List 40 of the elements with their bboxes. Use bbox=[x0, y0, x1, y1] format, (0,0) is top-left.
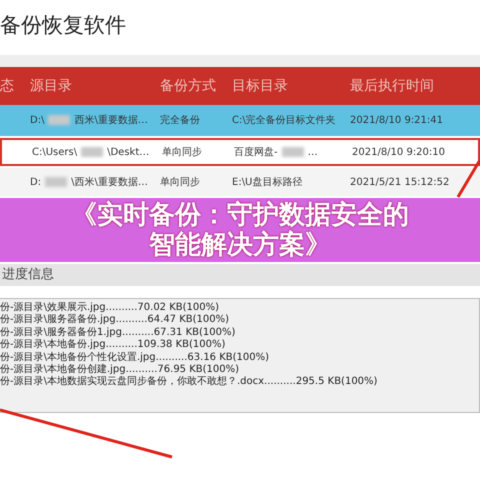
column-header: 最后执行时间 bbox=[350, 78, 434, 94]
redaction-blur bbox=[282, 146, 304, 157]
cell-text: C:\完全备份目标文件夹 bbox=[232, 115, 336, 126]
cell-text: \西米\重要数据… bbox=[71, 176, 148, 188]
section-heading: 进度信息 bbox=[2, 266, 54, 284]
cell-text: 2021/8/10 9:20:10 bbox=[352, 146, 446, 158]
log-line: 份-源目录\效果展示.jpg..........70.02 KB(100%) bbox=[0, 302, 220, 314]
cell-text: 完全备份 bbox=[160, 115, 200, 126]
redaction-blur bbox=[45, 176, 68, 187]
cell-text: 西米\重要数据… bbox=[74, 115, 148, 126]
cell-text: D:\ bbox=[30, 115, 44, 126]
column-header: 备份方式 bbox=[160, 78, 216, 94]
table-row[interactable]: D:\ 西米\重要数据… 完全备份 C:\完全备份目标文件夹 2021/8/10 9:21:41 bbox=[0, 105, 480, 136]
redaction-blur bbox=[81, 146, 104, 157]
cell-text: E:\U盘目标路径 bbox=[232, 176, 302, 188]
cell-text: 2021/5/21 15:12:52 bbox=[350, 176, 450, 188]
log-line: 份-源目录\本地数据实现云盘同步备份，你敢不敢想？.docx..........295.5 KB(100%) bbox=[0, 376, 378, 389]
redaction-blur bbox=[48, 115, 70, 126]
cell-text: 单向同步 bbox=[160, 176, 200, 188]
column-header: 源目录 bbox=[30, 78, 72, 94]
headline-text: 智能解决方案》 bbox=[148, 230, 332, 260]
headline-text: 《实时备份：守护数据安全的 bbox=[70, 200, 410, 230]
cell-text: C:\Users\ bbox=[32, 146, 78, 158]
window-title: 备份恢复软件 bbox=[0, 12, 127, 39]
annotation-line bbox=[456, 159, 480, 198]
column-header: 态 bbox=[0, 78, 14, 94]
cell-text: 单向同步 bbox=[162, 146, 202, 158]
cell-text: 2021/8/10 9:21:41 bbox=[350, 115, 444, 126]
cell-text: D: bbox=[30, 176, 42, 188]
table-row[interactable]: C:\Users\ \Deskt… 单向同步 百度网盘- … 2021/8/10 9:20:10 bbox=[0, 138, 480, 166]
log-line: 份-源目录\本地备份创建.jpg..........76.95 KB(100%) bbox=[0, 364, 240, 376]
log-line: 份-源目录\服务器备份.jpg..........64.47 KB(100%) bbox=[0, 314, 230, 327]
cell-text: … bbox=[308, 146, 318, 158]
column-header: 目标目录 bbox=[232, 78, 288, 94]
cell-text: \Deskt… bbox=[107, 146, 150, 158]
log-line: 份-源目录\本地备份.jpg..........109.38 KB(100%) bbox=[0, 339, 226, 352]
table-row[interactable]: D: \西米\重要数据… 单向同步 E:\U盘目标路径 2021/5/21 15:12:52 bbox=[0, 168, 480, 196]
log-line: 份-源目录\本地备份个性化设置.jpg..........63.16 KB(100%) bbox=[0, 352, 270, 364]
cell-text: 百度网盘- bbox=[234, 146, 278, 158]
log-line: 份-源目录\服务器备份1.jpg..........67.31 KB(100%) bbox=[0, 326, 236, 338]
